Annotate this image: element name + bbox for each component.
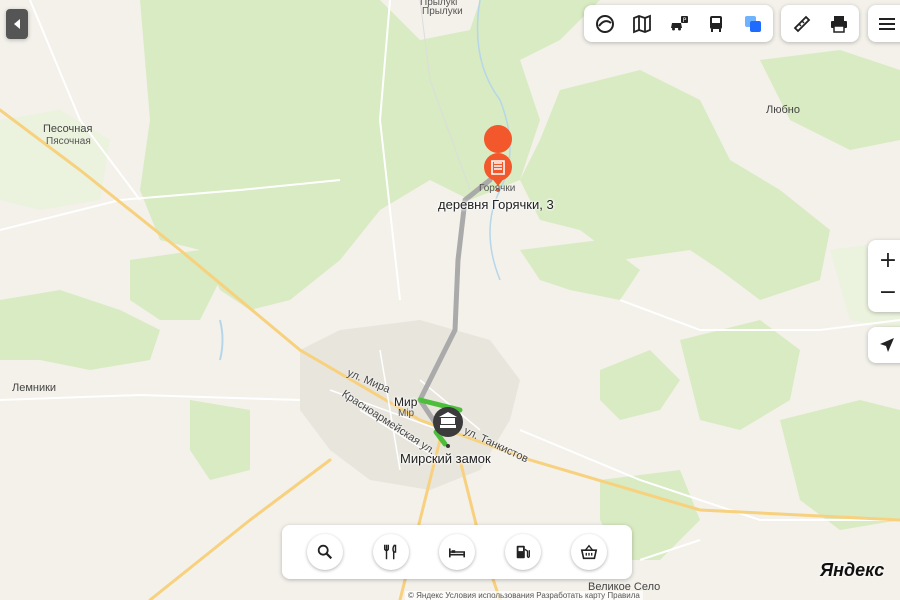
print-icon — [830, 15, 847, 33]
fuel-category-button[interactable] — [505, 534, 541, 570]
search-icon — [317, 544, 333, 560]
zoom-out-button[interactable]: − — [872, 276, 900, 308]
shopping-basket-icon — [580, 544, 598, 560]
print-button[interactable] — [820, 6, 857, 42]
collapse-sidebar-button[interactable] — [6, 9, 28, 39]
parking-button[interactable]: P — [660, 6, 697, 42]
category-search-bar — [282, 525, 632, 579]
geolocation-panel — [868, 327, 900, 363]
ruler-button[interactable] — [783, 6, 820, 42]
location-arrow-icon — [879, 338, 894, 352]
ruler-icon — [793, 15, 810, 32]
panorama-button[interactable] — [734, 6, 771, 42]
fuel-pump-icon — [516, 545, 530, 559]
map-canvas[interactable] — [0, 0, 900, 600]
shopping-category-button[interactable] — [571, 534, 607, 570]
transit-button[interactable] — [697, 6, 734, 42]
map-attribution[interactable]: © Яндекс Условия использования Разработа… — [405, 591, 643, 600]
menu-button[interactable] — [868, 6, 900, 42]
bed-icon — [448, 548, 466, 558]
search-category-button[interactable] — [307, 534, 343, 570]
zoom-in-button[interactable]: + — [872, 244, 900, 276]
menu-panel — [868, 5, 900, 42]
traffic-map-button[interactable] — [623, 6, 660, 42]
fork-knife-icon — [383, 544, 397, 560]
tools-toolbar — [781, 5, 859, 42]
panorama-icon — [744, 15, 761, 32]
transit-icon — [709, 15, 722, 32]
parking-icon: P — [670, 15, 688, 30]
hotel-category-button[interactable] — [439, 534, 475, 570]
traffic-map-icon — [632, 14, 651, 33]
food-category-button[interactable] — [373, 534, 409, 570]
svg-text:P: P — [682, 17, 686, 24]
zoom-control: + − — [868, 240, 900, 312]
hamburger-menu-icon — [878, 17, 895, 30]
geolocation-button[interactable] — [868, 327, 900, 363]
layers-icon — [595, 14, 614, 33]
layers-button[interactable] — [586, 6, 623, 42]
map-layers-toolbar: P — [584, 5, 773, 42]
triangle-left-icon — [14, 19, 20, 29]
